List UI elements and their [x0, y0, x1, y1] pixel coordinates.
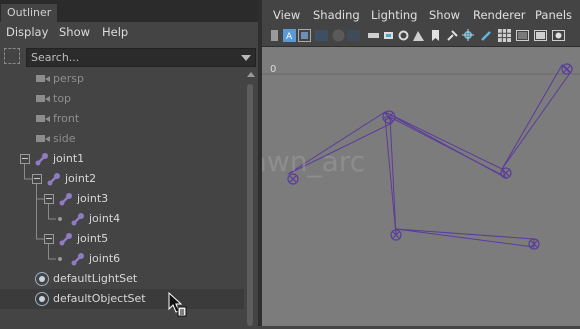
menu-show[interactable]: Show	[429, 8, 460, 22]
joint-icon	[35, 153, 48, 166]
safe-title-icon[interactable]	[382, 29, 395, 42]
list-item[interactable]: joint3	[0, 189, 244, 209]
list-item[interactable]: joint5	[0, 229, 244, 249]
item-label: joint5	[77, 232, 109, 245]
search-row	[0, 46, 258, 68]
leaf-dot-icon	[58, 257, 62, 261]
joint-3-marker[interactable]	[500, 167, 512, 179]
list-item[interactable]: joint6	[0, 249, 244, 269]
bookmark-icon[interactable]	[429, 29, 442, 42]
viewport-panel: View Shading Lighting Show Renderer Pane…	[204, 0, 580, 326]
lit-icon[interactable]	[552, 29, 565, 42]
pin-icon[interactable]	[446, 29, 459, 42]
joint-icon	[71, 253, 84, 266]
leaf-dot-icon	[58, 217, 62, 221]
collapse-icon[interactable]	[32, 174, 42, 184]
wireframe-icon[interactable]	[498, 29, 511, 42]
tab-outliner[interactable]: Outliner	[1, 4, 58, 22]
ruler-label: 0	[270, 64, 276, 75]
menu-help[interactable]: Help	[102, 25, 128, 39]
list-item[interactable]: joint2	[0, 169, 244, 189]
menu-display[interactable]: Display	[6, 25, 48, 39]
menu-shading[interactable]: Shading	[313, 8, 360, 22]
item-label: joint4	[89, 212, 121, 225]
outliner-tree: persp top front side joint1 joint2 joint…	[0, 68, 244, 326]
object-set-icon	[35, 292, 49, 306]
film-gate-icon[interactable]	[298, 29, 311, 42]
scroll-up-icon[interactable]	[247, 72, 255, 77]
select-filter-icon[interactable]	[4, 48, 20, 64]
item-label: joint1	[53, 152, 85, 165]
viewport-canvas[interactable]: 0 @dawn_arc	[204, 47, 580, 326]
menu-view[interactable]: View	[273, 8, 300, 22]
outliner-scrollbar[interactable]	[244, 68, 258, 326]
viewport-menubar: View Shading Lighting Show Renderer Pane…	[262, 0, 580, 26]
list-item[interactable]: defaultObjectSet	[0, 289, 244, 309]
xray-icon[interactable]	[412, 29, 425, 42]
item-label: joint2	[65, 172, 97, 185]
scroll-thumb[interactable]	[247, 84, 253, 326]
collapse-icon[interactable]	[44, 194, 54, 204]
watermark-text: @dawn_arc	[262, 145, 365, 178]
viewport-toolbar: A	[262, 26, 580, 47]
item-label: joint3	[77, 192, 109, 205]
skeleton-view: 0 @dawn_arc	[204, 63, 580, 250]
outliner-tab-bar: Outliner	[0, 0, 258, 22]
outliner-panel: Outliner Display Show Help persp top fro…	[0, 0, 258, 326]
joint-icon	[59, 233, 72, 246]
collapse-icon[interactable]	[44, 234, 54, 244]
svg-text:A: A	[286, 32, 293, 42]
list-item[interactable]: joint1	[0, 149, 244, 169]
joint-icon	[59, 193, 72, 206]
menu-panels[interactable]: Panels	[535, 8, 572, 22]
joint-4-marker[interactable]	[561, 63, 573, 75]
menu-renderer[interactable]: Renderer	[473, 8, 526, 22]
mouse-cursor-icon	[168, 292, 187, 317]
list-item[interactable]: defaultLightSet	[0, 269, 244, 289]
menu-show[interactable]: Show	[59, 25, 90, 39]
gate-mask-icon[interactable]	[332, 29, 345, 42]
menu-lighting[interactable]: Lighting	[371, 8, 417, 22]
textured-icon[interactable]	[534, 29, 547, 42]
joint-icon	[71, 213, 84, 226]
joint-icon	[47, 173, 60, 186]
item-label: defaultLightSet	[53, 272, 138, 285]
collapse-icon[interactable]	[20, 154, 30, 164]
image-plane-icon[interactable]: A	[283, 29, 296, 42]
isolate-icon[interactable]	[462, 29, 475, 42]
camera-attributes-icon[interactable]	[397, 29, 410, 42]
list-item[interactable]: joint4	[0, 209, 244, 229]
object-set-icon	[35, 272, 49, 286]
field-chart-icon[interactable]	[347, 29, 360, 42]
pen-icon[interactable]	[480, 29, 493, 42]
search-input[interactable]	[31, 49, 231, 66]
smooth-shade-icon[interactable]	[516, 29, 529, 42]
safe-action-icon[interactable]	[367, 29, 380, 42]
resolution-gate-icon[interactable]	[315, 29, 328, 42]
camera-select-icon[interactable]	[268, 29, 281, 42]
search-dropdown-icon[interactable]	[241, 55, 251, 61]
item-label: joint6	[89, 252, 121, 265]
search-box	[26, 48, 256, 67]
item-label: defaultObjectSet	[53, 292, 146, 305]
outliner-menubar: Display Show Help	[0, 22, 258, 42]
